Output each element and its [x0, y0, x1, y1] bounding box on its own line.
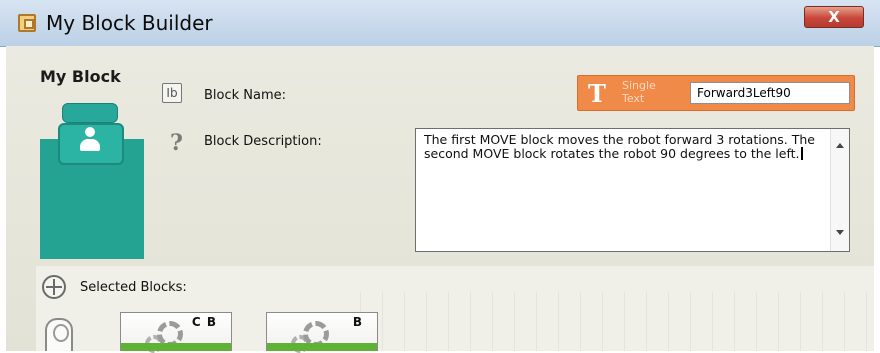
- move-block-ports: B: [352, 315, 363, 329]
- block-description-text: The first MOVE block moves the robot for…: [424, 133, 818, 161]
- scroll-up-arrow-icon[interactable]: [836, 143, 844, 148]
- user-icon: [80, 127, 100, 153]
- block-description-value: The first MOVE block moves the robot for…: [424, 132, 815, 161]
- window-title: My Block Builder: [46, 11, 213, 35]
- block-description-label: Block Description:: [204, 134, 322, 149]
- single-text-widget: T Single Text: [577, 75, 855, 111]
- crosshair-icon: [42, 275, 66, 299]
- scroll-down-arrow-icon[interactable]: [836, 230, 844, 235]
- single-text-type-label: Single Text: [622, 79, 656, 105]
- selected-blocks-label: Selected Blocks:: [80, 280, 187, 295]
- close-button[interactable]: X: [804, 6, 864, 28]
- window-app-icon: [18, 14, 36, 32]
- description-scrollbar[interactable]: [830, 129, 849, 251]
- my-block-heading: My Block: [40, 67, 121, 86]
- move-block-ports: C B: [191, 315, 217, 329]
- move-block-green-bar: [267, 343, 377, 351]
- move-block[interactable]: B: [266, 312, 378, 353]
- block-name-label: Block Name:: [204, 88, 287, 103]
- block-description-textarea[interactable]: The first MOVE block moves the robot for…: [415, 128, 850, 252]
- block-top-tab: [62, 103, 118, 123]
- move-block[interactable]: C B: [120, 312, 232, 353]
- text-caret: [800, 147, 803, 160]
- help-icon: ?: [170, 130, 183, 156]
- robot-slot-icon[interactable]: [45, 318, 73, 351]
- single-text-icon: T: [588, 79, 606, 108]
- name-field-icon: Ib: [162, 83, 182, 103]
- block-name-input[interactable]: [690, 82, 850, 104]
- move-block-green-bar: [121, 343, 231, 351]
- title-bar[interactable]: My Block Builder X: [0, 0, 880, 47]
- selected-blocks-grid: [360, 292, 874, 351]
- my-block-builder-window: My Block Builder X My Block Ib Block Nam…: [0, 0, 880, 353]
- my-block-preview: [40, 93, 144, 259]
